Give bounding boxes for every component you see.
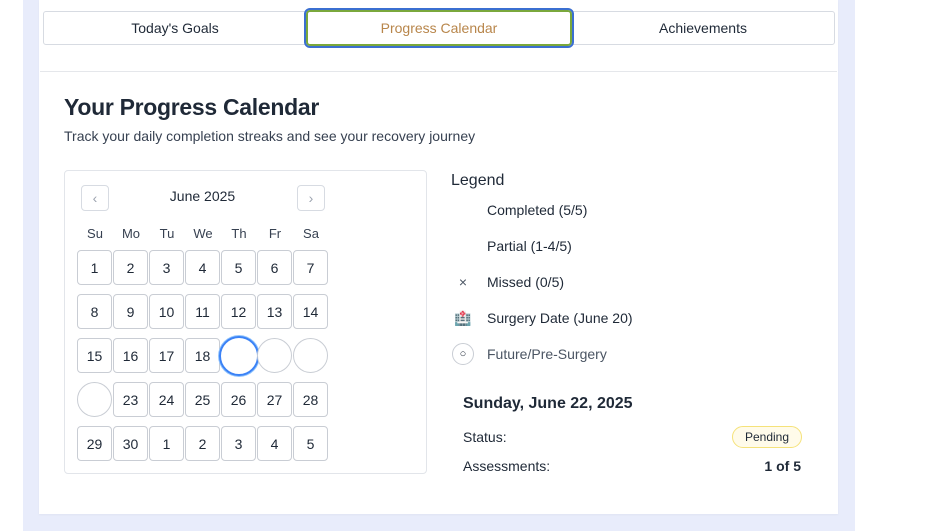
next-month-button[interactable]: › bbox=[297, 185, 325, 211]
calendar-day[interactable]: 26 bbox=[221, 382, 256, 417]
calendar-day[interactable]: 2 bbox=[113, 250, 148, 285]
calendar-day[interactable]: 4 bbox=[185, 250, 220, 285]
legend-item-future: ○ Future/Pre-Surgery bbox=[451, 342, 607, 366]
hospital-icon: 🏥 bbox=[454, 309, 472, 326]
legend-label: Surgery Date (June 20) bbox=[487, 310, 633, 326]
ring-icon: ○ bbox=[452, 343, 474, 365]
calendar-day[interactable]: 18 bbox=[185, 338, 220, 373]
calendar-day[interactable]: 24 bbox=[149, 382, 184, 417]
weekday-header: Fr bbox=[268, 226, 282, 241]
legend-label: Partial (1-4/5) bbox=[487, 238, 572, 254]
legend-item-partial: Partial (1-4/5) bbox=[451, 234, 572, 258]
calendar-day[interactable]: 29 bbox=[77, 426, 112, 461]
calendar-day-selected[interactable] bbox=[219, 336, 259, 376]
month-label: June 2025 bbox=[169, 188, 236, 204]
chevron-left-icon: ‹ bbox=[92, 190, 98, 206]
page-subtitle: Track your daily completion streaks and … bbox=[64, 128, 476, 144]
prev-month-button[interactable]: ‹ bbox=[81, 185, 109, 211]
calendar-day[interactable]: 17 bbox=[149, 338, 184, 373]
tab-todays-goals[interactable]: Today's Goals bbox=[44, 12, 306, 44]
assessments-label: Assessments: bbox=[463, 458, 551, 474]
calendar-day[interactable]: 13 bbox=[257, 294, 292, 329]
tab-bar: Today's Goals Progress Calendar Achievem… bbox=[43, 8, 835, 48]
completed-icon bbox=[451, 198, 475, 222]
calendar-day[interactable]: 6 bbox=[257, 250, 292, 285]
status-label: Status: bbox=[463, 429, 507, 445]
calendar-day[interactable] bbox=[77, 382, 112, 417]
weekday-header: We bbox=[193, 226, 213, 241]
weekday-header: Sa bbox=[303, 226, 319, 241]
calendar-day[interactable]: 27 bbox=[257, 382, 292, 417]
status-badge: Pending bbox=[732, 426, 802, 448]
legend-item-surgery: 🏥 Surgery Date (June 20) bbox=[451, 306, 632, 330]
calendar-day[interactable] bbox=[257, 338, 292, 373]
assessments-value: 1 of 5 bbox=[764, 458, 801, 474]
page-title: Your Progress Calendar bbox=[64, 94, 320, 120]
calendar-day[interactable]: 28 bbox=[293, 382, 328, 417]
weekday-header: Mo bbox=[121, 226, 141, 241]
tab-progress-calendar[interactable]: Progress Calendar bbox=[304, 8, 574, 48]
calendar-day[interactable]: 3 bbox=[149, 250, 184, 285]
calendar-day[interactable]: 2 bbox=[185, 426, 220, 461]
calendar-day[interactable]: 25 bbox=[185, 382, 220, 417]
legend-title: Legend bbox=[451, 172, 505, 189]
circle-icon: ○ bbox=[451, 342, 475, 366]
weekday-header: Th bbox=[231, 226, 247, 241]
calendar-day[interactable]: 30 bbox=[113, 426, 148, 461]
calendar-day[interactable]: 15 bbox=[77, 338, 112, 373]
legend-item-missed: × Missed (0/5) bbox=[451, 270, 564, 294]
calendar-day[interactable]: 16 bbox=[113, 338, 148, 373]
calendar-day[interactable]: 11 bbox=[185, 294, 220, 329]
weekday-header: Tu bbox=[159, 226, 175, 241]
calendar-day[interactable]: 8 bbox=[77, 294, 112, 329]
selected-date-title: Sunday, June 22, 2025 bbox=[463, 395, 633, 412]
tab-achievements[interactable]: Achievements bbox=[572, 12, 834, 44]
calendar-day[interactable]: 4 bbox=[257, 426, 292, 461]
weekday-header: Su bbox=[87, 226, 103, 241]
calendar-day[interactable]: 9 bbox=[113, 294, 148, 329]
calendar-day[interactable]: 7 bbox=[293, 250, 328, 285]
chevron-right-icon: › bbox=[308, 190, 314, 206]
calendar-day[interactable] bbox=[293, 338, 328, 373]
calendar-day[interactable]: 1 bbox=[149, 426, 184, 461]
calendar-day[interactable]: 5 bbox=[221, 250, 256, 285]
calendar-day[interactable]: 12 bbox=[221, 294, 256, 329]
partial-icon bbox=[451, 234, 475, 258]
calendar-day[interactable]: 10 bbox=[149, 294, 184, 329]
calendar-day[interactable]: 5 bbox=[293, 426, 328, 461]
calendar-day[interactable]: 23 bbox=[113, 382, 148, 417]
legend-label: Future/Pre-Surgery bbox=[487, 346, 607, 362]
legend-label: Missed (0/5) bbox=[487, 274, 565, 290]
legend-label: Completed (5/5) bbox=[487, 202, 588, 218]
calendar-day[interactable]: 3 bbox=[221, 426, 256, 461]
calendar-day[interactable]: 1 bbox=[77, 250, 112, 285]
calendar-day[interactable]: 14 bbox=[293, 294, 328, 329]
close-icon: × bbox=[458, 274, 468, 290]
legend-item-completed: Completed (5/5) bbox=[451, 198, 587, 222]
